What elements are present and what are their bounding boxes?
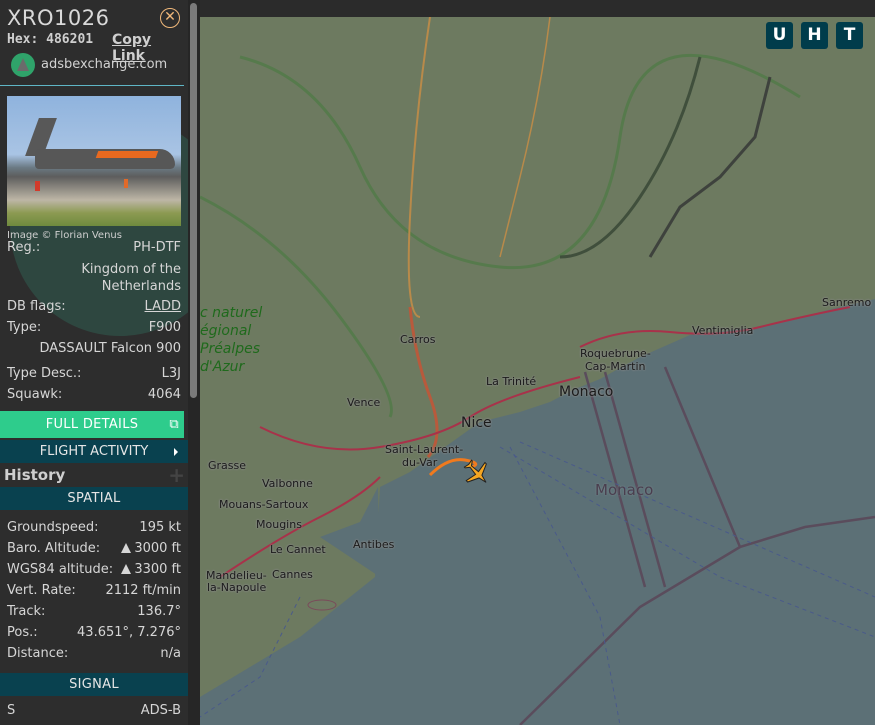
map-label: Mougins [256,518,302,531]
external-link-icon: ⧉ [169,417,179,432]
spatial-row: Vert. Rate: 2112 ft/min [7,583,181,598]
map-label: Valbonne [262,477,313,490]
spatial-list: Groundspeed: 195 kt Baro. Altitude: 3000 f… [0,518,188,665]
spatial-header: SPATIAL [0,487,188,510]
close-button[interactable]: ✕ [160,8,180,28]
map-label: Monaco [559,384,614,400]
typedesc-row: Type Desc.: L3J [7,366,181,381]
signal-row: S ADS-B [7,703,181,718]
type-full: DASSAULT Falcon 900 [39,341,181,356]
full-details-button[interactable]: FULL DETAILS ⧉ [0,411,184,438]
squawk: 4064 [147,387,181,402]
hex-code: Hex: 486201 [7,32,94,47]
map-label: Antibes [353,538,395,551]
details-list: Reg.: PH-DTF Kingdom of the Netherlands … [0,238,188,406]
map-label: Sanremo [822,296,872,309]
source-site[interactable]: adsbexchange.com [41,57,167,72]
map-label: Monaco [595,481,654,499]
spatial-row: Track: 136.7° [7,604,181,619]
dbflags-link[interactable]: LADD [145,299,181,314]
signal-header: SIGNAL [0,673,188,696]
history-title: History [4,466,66,484]
registration: PH-DTF [133,240,181,255]
sidebar-scrollbar[interactable] [188,0,200,725]
top-bar [200,0,875,17]
map-label: Roquebrune- [580,347,651,360]
map-label: Carros [400,333,436,346]
aircraft-photo[interactable] [7,96,181,226]
map-canvas [200,17,875,725]
callsign: XRO1026 [7,6,110,30]
flight-activity-button[interactable]: FLIGHT ACTIVITY [0,440,188,463]
map-label: Ventimiglia [692,324,754,337]
hex-row: Hex: 486201 Copy Link [0,32,188,64]
map-button-u[interactable]: U [766,22,793,49]
map-label: Le Cannet [270,543,326,556]
dbflags-row: DB flags: LADD [7,299,181,314]
adsbexchange-logo-icon [11,53,35,77]
spatial-row: WGS84 altitude: 3300 ft [7,562,181,577]
close-icon: ✕ [164,9,176,25]
map-button-h[interactable]: H [801,22,828,49]
map-label-park: c naturel égional Préalpes d'Azur [200,305,263,375]
type-row: Type: F900 [7,320,181,335]
map-label: Mouans-Sartoux [219,498,309,511]
map-label: Nice [461,415,492,431]
chevron-right-icon [174,448,178,456]
map-label: Saint-Laurent- [385,443,464,456]
map-label: Cap-Martin [585,360,646,373]
app: XRO1026 ✕ Hex: 486201 Copy Link adsbexch… [0,0,875,725]
spatial-row: Groundspeed: 195 kt [7,520,181,535]
history-section: History + [0,463,188,487]
squawk-row: Squawk: 4064 [7,387,181,402]
country-row: Kingdom of the Netherlands [0,259,188,297]
map-label: La Trinité [486,375,537,388]
aircraft-info-panel: XRO1026 ✕ Hex: 486201 Copy Link adsbexch… [0,0,200,725]
title-row: XRO1026 ✕ [0,0,188,32]
climbing-icon [121,543,132,553]
map-button-t[interactable]: T [836,22,863,49]
spatial-row: Pos.: 43.651°, 7.276° [7,625,181,640]
expand-history-icon[interactable]: + [168,463,185,487]
map-label: Cannes [272,568,313,581]
aircraft-marker-icon[interactable] [462,458,492,488]
source-link[interactable]: adsbexchange.com [0,48,184,86]
country: Kingdom of the Netherlands [81,262,181,294]
spatial-row: Distance: n/a [7,646,181,661]
map-label: Vence [347,396,381,409]
sidebar-scrollbar-thumb[interactable] [190,3,197,398]
map-label: la-Napoule [207,581,267,594]
map[interactable]: c naturel égional Préalpes d'Azur Carros V… [200,17,875,725]
type-desc: L3J [161,366,181,381]
photo-section: Image © Florian Venus [0,86,200,336]
climbing-icon [121,564,132,574]
reg-row: Reg.: PH-DTF [7,240,181,255]
map-label: Grasse [208,459,247,472]
type-full-row: DASSAULT Falcon 900 [0,339,188,364]
spatial-row: Baro. Altitude: 3000 ft [7,541,181,556]
type-code: F900 [148,320,181,335]
map-label: du-Var [402,456,438,469]
